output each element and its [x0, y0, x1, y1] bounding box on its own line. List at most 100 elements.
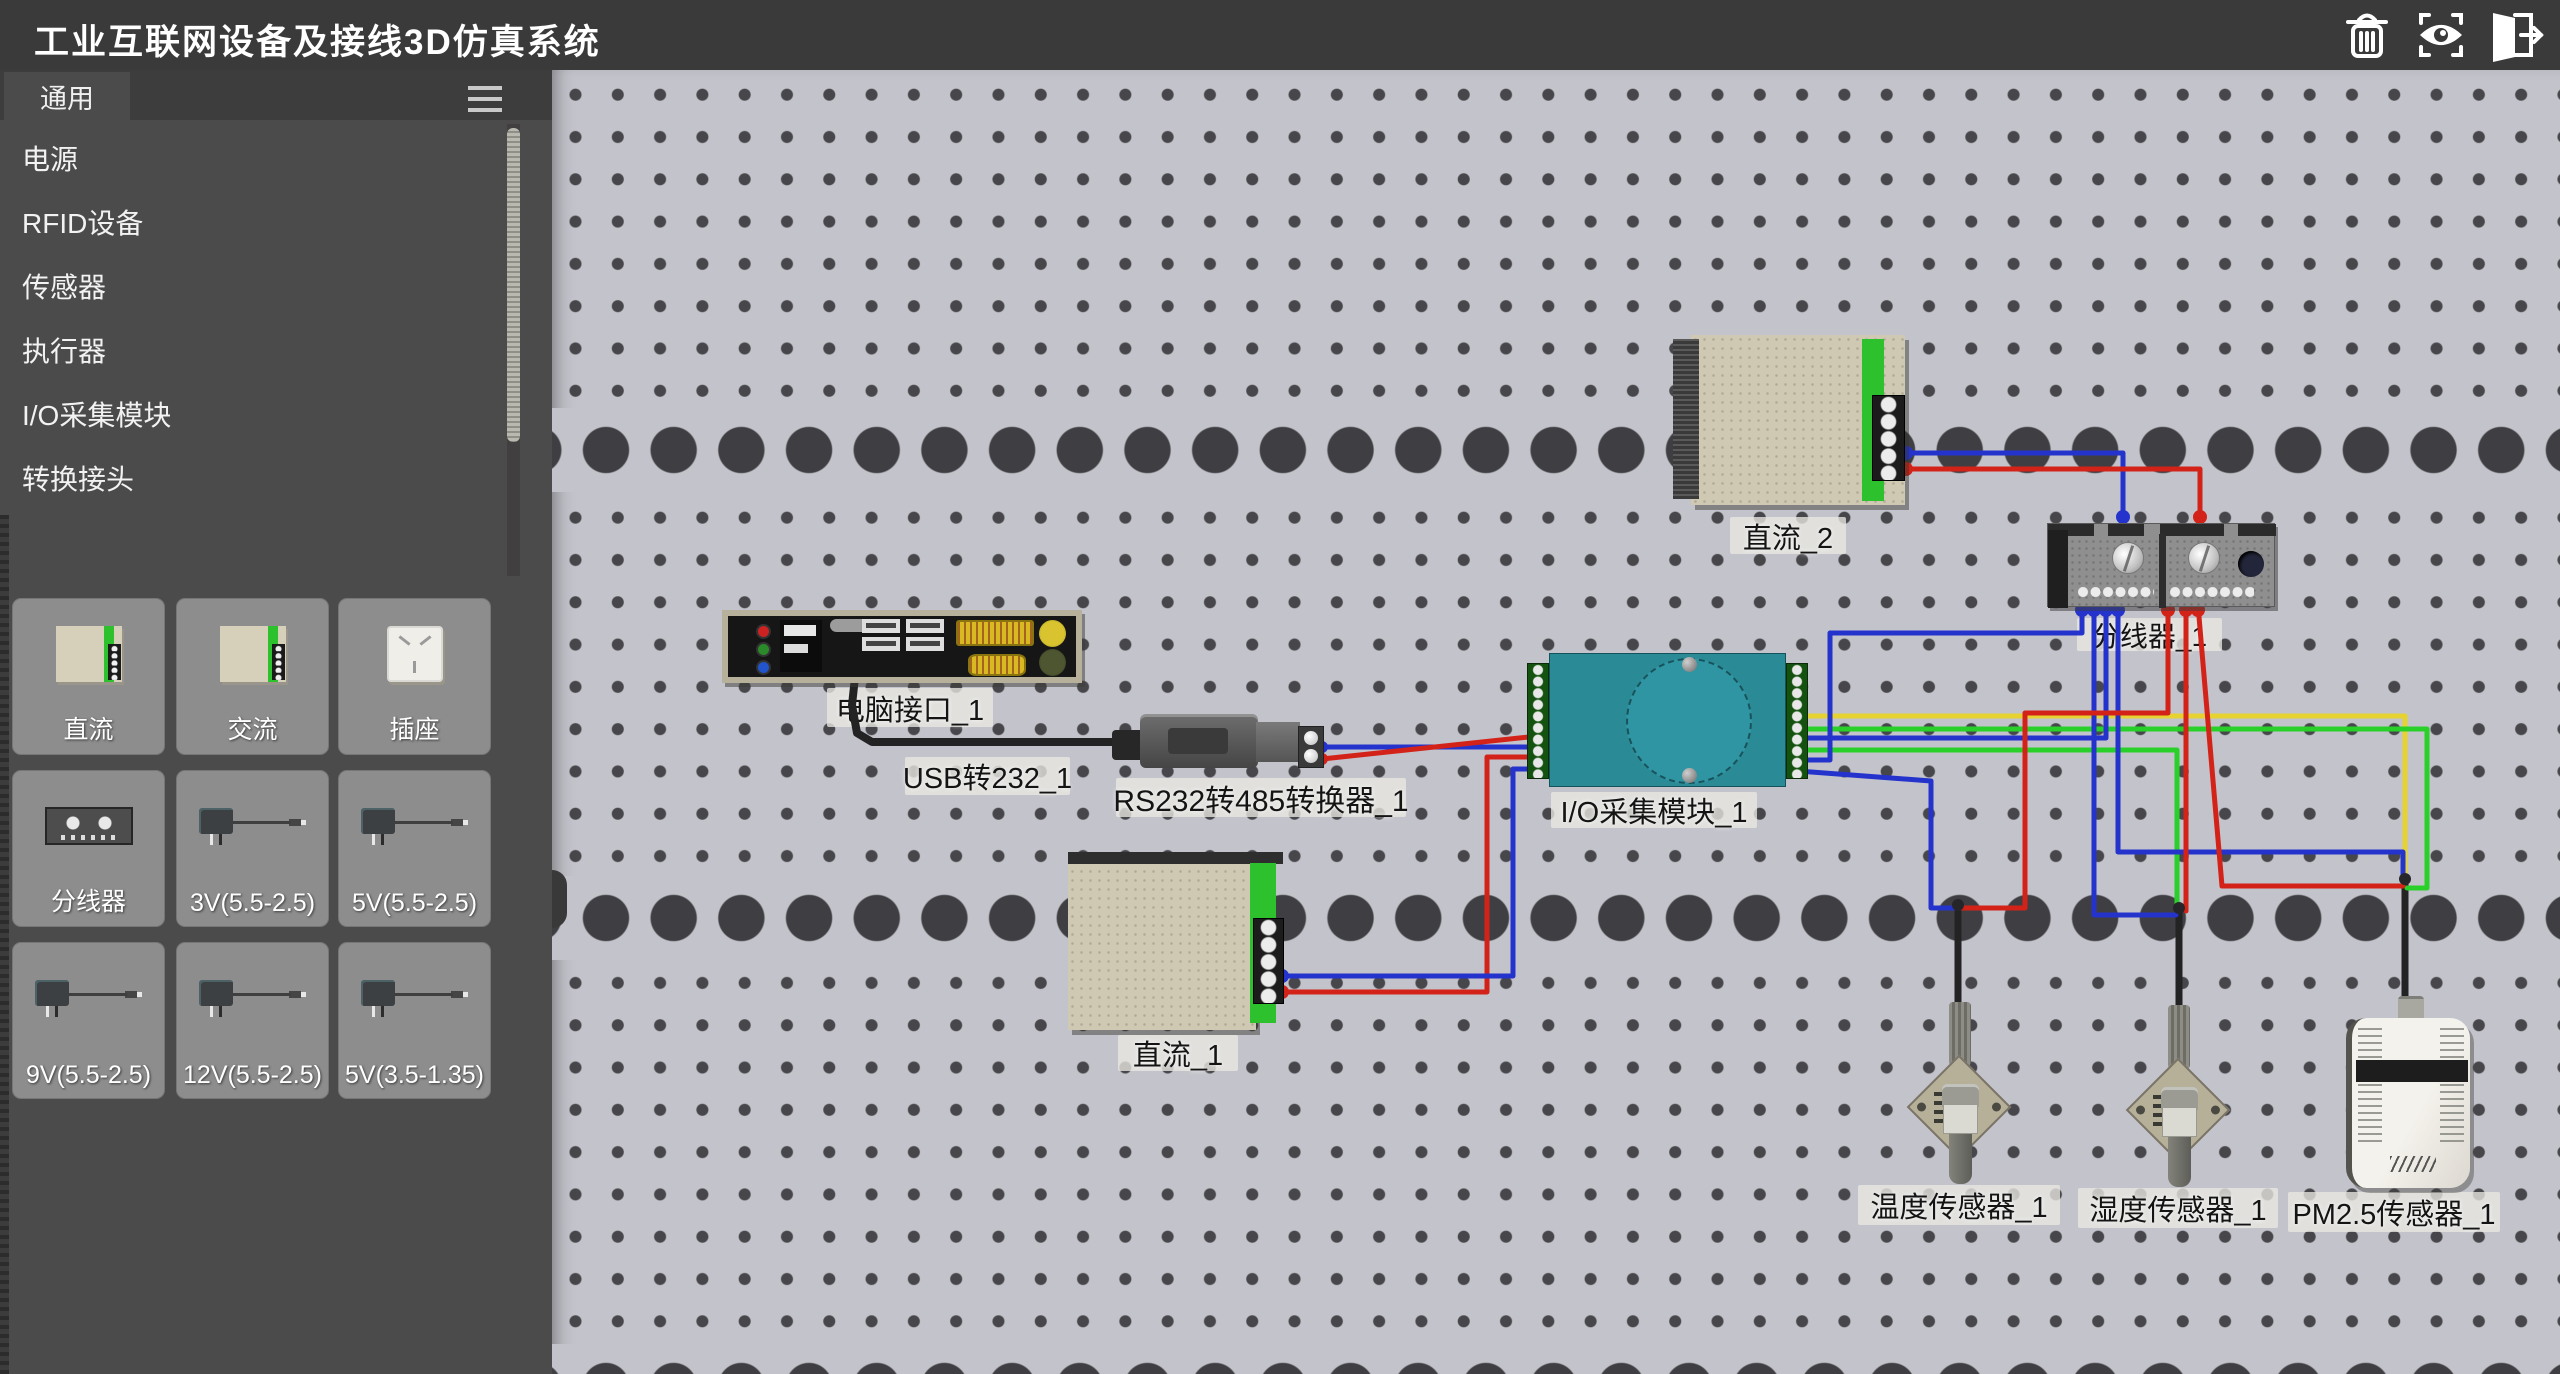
device-pm25-sensor[interactable]	[2346, 996, 2474, 1192]
splitter-socket	[2238, 551, 2264, 577]
adapter-icon	[339, 943, 490, 1053]
tile-12V(5.5-2.5)[interactable]: 12V(5.5-2.5)	[176, 942, 329, 1099]
adapter-icon	[177, 771, 328, 881]
tile-插座[interactable]: 插座	[338, 598, 491, 755]
device-rs232-485-converter[interactable]	[1112, 712, 1328, 770]
vent-slats	[2358, 1028, 2382, 1146]
label-usb-to-232: USB转232_1	[905, 757, 1070, 795]
split-shape	[45, 807, 133, 845]
tile-直流[interactable]: 直流	[12, 598, 165, 755]
screw	[1682, 768, 1697, 783]
label-rs232-to-485: RS232转485转换器_1	[1116, 778, 1406, 817]
tile-label: 5V(5.5-2.5)	[339, 889, 490, 918]
usb-port	[906, 619, 944, 633]
device-splitter[interactable]	[2047, 523, 2275, 607]
tile-5V(3.5-1.35)[interactable]: 5V(3.5-1.35)	[338, 942, 491, 1099]
dc-terminal-block	[1253, 918, 1284, 1004]
pegboard-hole-row	[552, 408, 2560, 492]
tile-label: 交流	[177, 710, 328, 746]
view-reset-button[interactable]	[2410, 6, 2472, 64]
adapter-icon	[339, 771, 490, 881]
audio-jack-blue	[756, 660, 771, 675]
dsub-shell	[1140, 714, 1258, 768]
tile-3V(5.5-2.5)[interactable]: 3V(5.5-2.5)	[176, 770, 329, 927]
splitter-end-cap	[2048, 530, 2068, 608]
usb-port	[862, 619, 900, 633]
label-dc-2: 直流_2	[1730, 517, 1846, 554]
board-icon	[177, 599, 328, 709]
terminal-strip-left	[1527, 663, 1549, 779]
screw	[2188, 542, 2220, 574]
io-panel	[728, 616, 1076, 677]
menu-scrollbar[interactable]	[507, 124, 520, 576]
pegboard-hole-row	[552, 1344, 2560, 1374]
board-icon	[13, 599, 164, 709]
exit-button[interactable]	[2484, 6, 2546, 64]
eye-focus-icon	[2413, 7, 2469, 63]
audio-jack-green	[756, 642, 771, 657]
sidebar-item-4[interactable]: I/O采集模块	[0, 384, 500, 448]
usb-port	[862, 637, 900, 651]
adapter-shape	[359, 976, 471, 1020]
device-temperature-sensor[interactable]	[1914, 996, 2006, 1188]
dc-heatsink	[1673, 339, 1699, 499]
sidebar-item-5[interactable]: 转换接头	[0, 448, 500, 512]
tile-5V(5.5-2.5)[interactable]: 5V(5.5-2.5)	[338, 770, 491, 927]
device-computer-interface[interactable]	[722, 610, 1082, 683]
splitter-divider	[2159, 534, 2166, 608]
hamburger-menu-icon[interactable]	[468, 86, 502, 112]
app-window: 工业互联网设备及接线3D仿真系统	[0, 0, 2560, 1374]
adapter-icon	[13, 943, 164, 1053]
split-icon	[13, 771, 164, 881]
tile-label: 3V(5.5-2.5)	[177, 889, 328, 918]
menu-scrollbar-thumb[interactable]	[507, 128, 520, 442]
screw	[2112, 542, 2144, 574]
device-dc-power-1[interactable]	[1068, 852, 1284, 1030]
label-io-module: I/O采集模块_1	[1551, 792, 1757, 828]
label-temp-sensor: 温度传感器_1	[1858, 1185, 2060, 1225]
board-shape	[56, 626, 122, 682]
terminal-block	[1298, 726, 1324, 768]
top-bar: 工业互联网设备及接线3D仿真系统	[0, 0, 2560, 70]
sidebar-item-3[interactable]: 执行器	[0, 320, 500, 384]
sidebar-item-0[interactable]: 电源	[0, 128, 500, 192]
category-menu: 电源RFID设备传感器执行器I/O采集模块转换接头	[0, 128, 500, 512]
sensor-probe	[1949, 1134, 1972, 1184]
bottom-vents	[2390, 1156, 2436, 1172]
tile-9V(5.5-2.5)[interactable]: 9V(5.5-2.5)	[12, 942, 165, 1099]
sidebar-item-2[interactable]: 传感器	[0, 256, 500, 320]
vent-slats	[2440, 1028, 2464, 1146]
tiles-scrollbar[interactable]	[0, 515, 9, 1374]
sensor-body	[1943, 1104, 1978, 1134]
tile-label: 9V(5.5-2.5)	[13, 1061, 164, 1090]
sensor-probe	[2168, 1137, 2191, 1187]
device-dc-power-2[interactable]	[1673, 335, 1905, 505]
exit-icon	[2485, 7, 2545, 63]
module-disc	[1626, 658, 1752, 784]
dc-terminal-block	[1872, 395, 1905, 481]
label-dc-1: 直流_1	[1118, 1035, 1238, 1071]
label-computer-interface: 电脑接口_1	[827, 688, 993, 727]
label-splitter: 分线器_1	[2077, 618, 2222, 651]
adapter-icon	[177, 943, 328, 1053]
label-humidity-sensor: 湿度传感器_1	[2078, 1188, 2278, 1228]
usb-port	[906, 637, 944, 651]
sidebar-item-1[interactable]: RFID设备	[0, 192, 500, 256]
device-io-acquisition-module[interactable]	[1527, 653, 1808, 787]
app-title: 工业互联网设备及接线3D仿真系统	[34, 14, 601, 65]
adapter-shape	[359, 804, 471, 848]
tab-general[interactable]: 通用	[4, 72, 130, 120]
module-body	[1549, 653, 1786, 787]
trash-button[interactable]	[2336, 6, 2398, 64]
sensor-window	[2356, 1060, 2468, 1082]
terminal-dots	[2170, 587, 2254, 598]
audio-jack-red	[756, 624, 771, 639]
sidebar-collapse-handle[interactable]	[552, 870, 567, 928]
device-humidity-sensor[interactable]	[2133, 999, 2225, 1191]
board-shape	[220, 626, 286, 682]
dvi-port	[956, 620, 1034, 646]
tile-分线器[interactable]: 分线器	[12, 770, 165, 927]
dsub-neck	[1256, 722, 1300, 762]
sensor-housing	[2346, 1018, 2470, 1188]
tile-交流[interactable]: 交流	[176, 598, 329, 755]
